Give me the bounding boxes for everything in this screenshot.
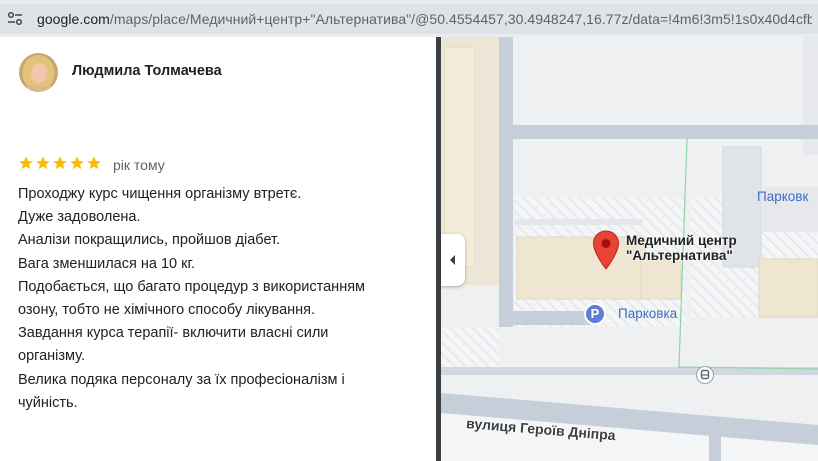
site-info-icon[interactable] xyxy=(6,10,24,28)
review-line: організму. xyxy=(18,348,85,365)
review-line: Завдання курса терапії- включити власні … xyxy=(18,325,329,342)
parking-symbol: P xyxy=(590,306,600,321)
collapse-panel-button[interactable] xyxy=(441,234,465,286)
star-icon xyxy=(53,156,67,170)
review-author[interactable]: Людмила Толмачева xyxy=(72,63,222,79)
avatar[interactable] xyxy=(19,53,58,92)
review-line: озону, тобто не хімічного способу лікува… xyxy=(18,302,316,319)
browser-toolbar: google.com/maps/place/Медичний+центр+"Ал… xyxy=(0,0,818,37)
bus-stop-icon[interactable] xyxy=(696,366,714,384)
place-label-line1: Медичний центр xyxy=(626,233,737,248)
review-line: Велика подяка персоналу за їх професіона… xyxy=(18,371,345,388)
review-line: Проходжу курс чищення організму втретє. xyxy=(18,186,302,202)
parking-label-right[interactable]: Парковк xyxy=(757,189,808,204)
review-line: Подобається, що багато процедур з викори… xyxy=(18,278,366,295)
rating-stars xyxy=(18,155,102,171)
review-text: Проходжу курс чищення організму втретє. … xyxy=(18,183,428,415)
review-panel: Людмила Толмачева рік тому Проходжу курс… xyxy=(0,37,436,461)
review-time: рік тому xyxy=(113,157,165,173)
star-icon xyxy=(87,156,101,170)
review-line: Аналізи покращились, пройшов діабет. xyxy=(18,232,281,249)
map-canvas[interactable]: Медичний центр "Альтернатива" P Парковка… xyxy=(441,37,818,461)
url-host: google.com xyxy=(37,11,110,27)
review-line: Вага зменшилася на 10 кг. xyxy=(18,255,196,272)
parking-label[interactable]: Парковка xyxy=(618,306,677,321)
review-line: чуйність. xyxy=(18,394,78,411)
star-icon xyxy=(70,156,84,170)
url-text[interactable]: google.com/maps/place/Медичний+центр+"Ал… xyxy=(37,11,812,27)
star-icon xyxy=(19,156,33,170)
place-label[interactable]: Медичний центр "Альтернатива" xyxy=(626,233,737,263)
url-path: /maps/place/Медичний+центр+"Альтернатива… xyxy=(109,11,812,27)
star-icon xyxy=(36,156,50,170)
place-label-line2: "Альтернатива" xyxy=(626,248,733,263)
place-pin-icon[interactable] xyxy=(592,230,620,270)
chevron-left-icon xyxy=(450,255,455,265)
review-line: Дуже задоволена. xyxy=(18,209,141,226)
parking-icon[interactable]: P xyxy=(584,303,606,325)
